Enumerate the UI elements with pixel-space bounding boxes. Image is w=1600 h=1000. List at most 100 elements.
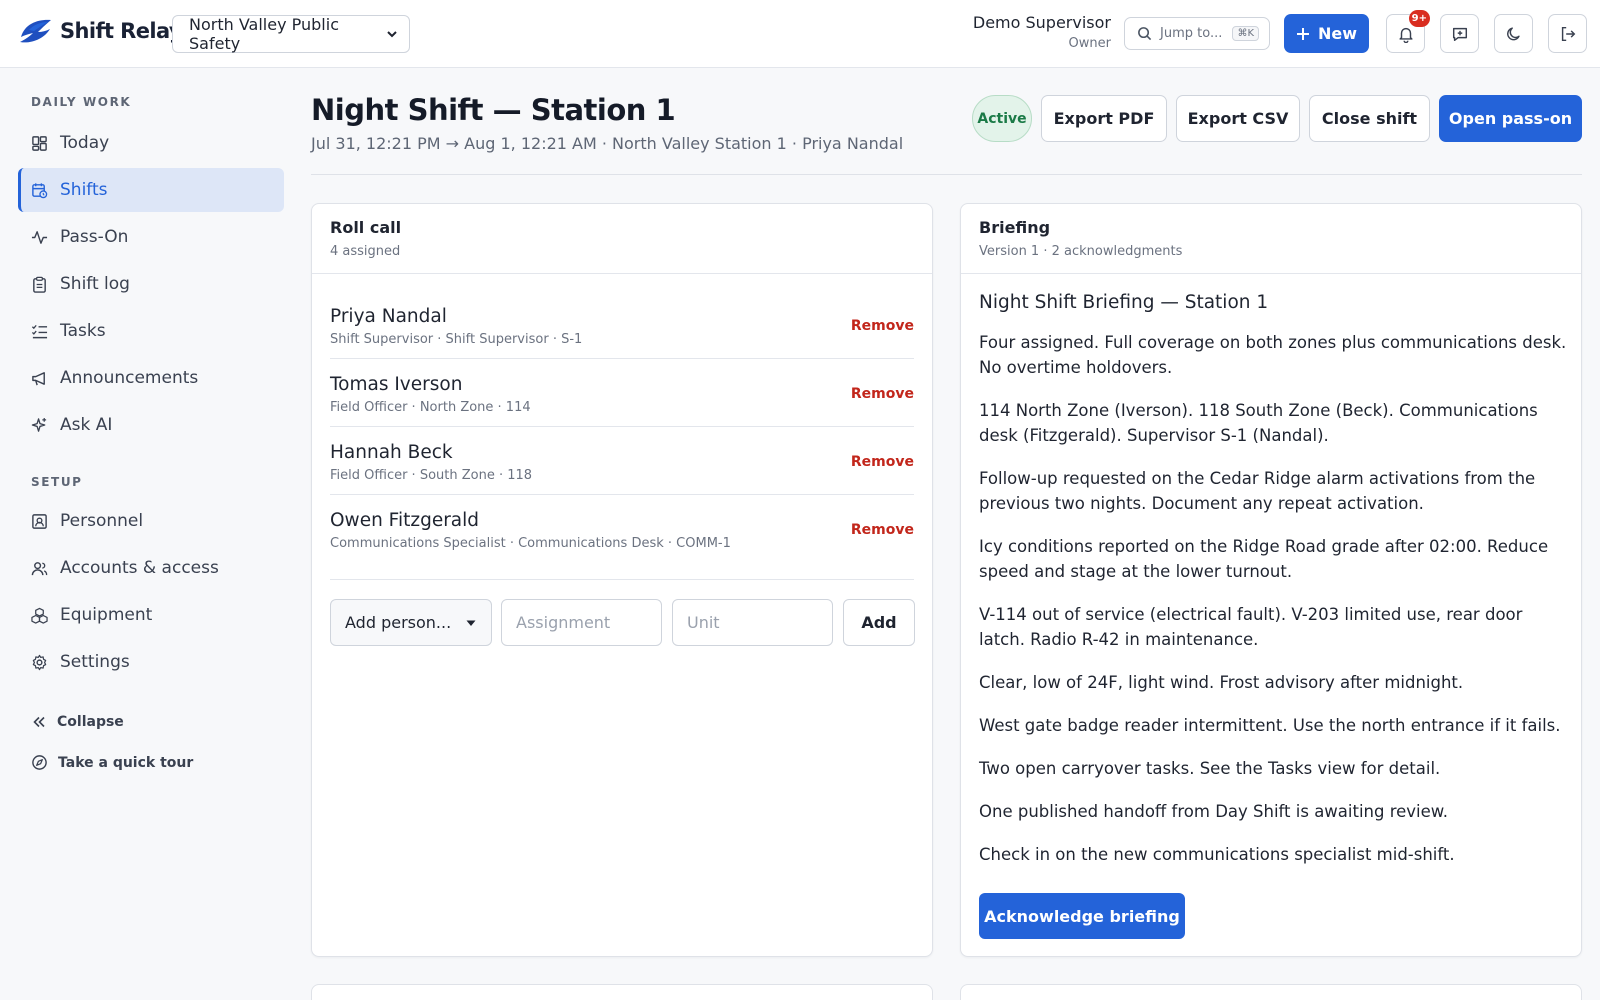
calendar-clock-icon xyxy=(31,182,48,199)
sparkles-icon xyxy=(31,417,48,434)
page-title: Night Shift — Station 1 xyxy=(311,93,676,127)
remove-person-button[interactable]: Remove xyxy=(851,318,914,334)
sidebar-item-equipment[interactable]: Equipment xyxy=(18,593,284,637)
briefing-heading: Night Shift Briefing — Station 1 xyxy=(979,292,1269,313)
sidebar-item-shifts[interactable]: Shifts xyxy=(18,168,284,212)
lower-card-right xyxy=(960,984,1582,1000)
add-row-divider xyxy=(330,579,914,580)
roll-call-count: 4 assigned xyxy=(330,244,401,259)
acknowledge-briefing-button[interactable]: Acknowledge briefing xyxy=(979,893,1185,939)
briefing-paragraph: West gate badge reader intermittent. Use… xyxy=(979,716,1561,735)
jump-to-search[interactable]: Jump to... ⌘K xyxy=(1124,17,1270,50)
sidebar-item-label: Accounts & access xyxy=(60,558,219,578)
person-name: Owen Fitzgerald xyxy=(330,509,480,531)
brand-name: Shift Relay xyxy=(60,19,183,43)
sidebar-item-label: Announcements xyxy=(60,368,199,388)
export-pdf-button[interactable]: Export PDF xyxy=(1041,95,1167,142)
sidebar-item-accounts-access[interactable]: Accounts & access xyxy=(18,546,284,590)
sidebar-item-announcements[interactable]: Announcements xyxy=(18,356,284,400)
quick-tour-button[interactable]: Take a quick tour xyxy=(31,754,193,771)
briefing-version: Version 1 · 2 acknowledgments xyxy=(979,244,1183,259)
keyboard-shortcut-hint: ⌘K xyxy=(1232,26,1259,41)
chevron-down-icon xyxy=(385,27,399,41)
roll-call-header: Roll call 4 assigned xyxy=(312,204,932,274)
add-person-select[interactable]: Add person... xyxy=(330,599,492,646)
person-assignment: Communications Specialist · Communicatio… xyxy=(330,535,731,551)
organization-select-value: North Valley Public Safety xyxy=(189,15,339,53)
row-divider xyxy=(330,358,914,359)
add-person-button[interactable]: Add xyxy=(843,599,915,646)
briefing-paragraph: One published handoff from Day Shift is … xyxy=(979,802,1449,821)
roll-call-title: Roll call xyxy=(330,218,402,237)
briefing-paragraph: V-114 out of service (electrical fault).… xyxy=(979,605,1523,649)
export-csv-button[interactable]: Export CSV xyxy=(1176,95,1300,142)
sidebar-item-label: Shifts xyxy=(60,180,108,200)
briefing-card: Briefing Version 1 · 2 acknowledgments N… xyxy=(960,203,1582,957)
compass-icon xyxy=(31,754,48,771)
sidebar-item-pass-on[interactable]: Pass-On xyxy=(18,215,284,259)
sidebar-item-label: Personnel xyxy=(60,511,144,531)
sidebar-item-ask-ai[interactable]: Ask AI xyxy=(18,403,284,447)
notifications-button[interactable]: 9+ xyxy=(1386,10,1430,53)
users-icon xyxy=(31,560,48,577)
close-shift-button[interactable]: Close shift xyxy=(1309,95,1430,142)
sidebar-item-settings[interactable]: Settings xyxy=(18,640,284,684)
roster-row: Tomas Iverson Field Officer · North Zone… xyxy=(330,360,914,428)
lower-card-left xyxy=(311,984,933,1000)
sidebar-item-tasks[interactable]: Tasks xyxy=(18,309,284,353)
roster-row: Owen Fitzgerald Communications Specialis… xyxy=(330,496,914,564)
row-divider xyxy=(330,494,914,495)
caret-down-icon xyxy=(465,617,477,629)
sidebar-item-shift-log[interactable]: Shift log xyxy=(18,262,284,306)
add-person-select-value: Add person... xyxy=(345,613,452,632)
sidebar-item-label: Shift log xyxy=(60,274,130,294)
sign-out-button[interactable] xyxy=(1548,14,1587,53)
megaphone-icon xyxy=(31,370,48,387)
collapse-sidebar-button[interactable]: Collapse xyxy=(31,714,124,730)
unit-input[interactable]: Unit xyxy=(672,599,833,646)
person-name: Hannah Beck xyxy=(330,441,453,463)
checklist-icon xyxy=(31,323,48,340)
person-assignment: Field Officer · South Zone · 118 xyxy=(330,467,533,483)
briefing-header: Briefing Version 1 · 2 acknowledgments xyxy=(961,204,1581,274)
sidebar-item-label: Tasks xyxy=(60,321,106,341)
plus-icon xyxy=(1296,27,1310,41)
person-name: Tomas Iverson xyxy=(330,373,463,395)
remove-person-button[interactable]: Remove xyxy=(851,522,914,538)
briefing-content: Night Shift Briefing — Station 1 Four as… xyxy=(979,292,1569,885)
sidebar-item-today[interactable]: Today xyxy=(18,121,284,165)
open-pass-on-button[interactable]: Open pass-on xyxy=(1439,95,1582,142)
roster-row: Priya Nandal Shift Supervisor · Shift Su… xyxy=(330,292,914,360)
sidebar-section-daily-work: DAILY WORK xyxy=(31,95,132,109)
sidebar: DAILY WORK Today Shifts Pass-On Shift lo… xyxy=(0,68,300,1000)
sidebar-item-label: Pass-On xyxy=(60,227,129,247)
user-info: Demo Supervisor Owner xyxy=(973,13,1111,51)
message-plus-icon xyxy=(1451,25,1469,43)
sidebar-section-setup: SETUP xyxy=(31,475,83,489)
notification-count-badge: 9+ xyxy=(1408,10,1430,27)
top-bar: Shift Relay North Valley Public Safety D… xyxy=(0,0,1600,68)
briefing-paragraph: 114 North Zone (Iverson). 118 South Zone… xyxy=(979,401,1538,445)
dashboard-icon xyxy=(31,135,48,152)
briefing-paragraph: Two open carryover tasks. See the Tasks … xyxy=(979,759,1441,778)
header-divider xyxy=(311,174,1582,175)
brand[interactable]: Shift Relay xyxy=(17,17,183,45)
feedback-button[interactable] xyxy=(1440,14,1479,53)
remove-person-button[interactable]: Remove xyxy=(851,454,914,470)
activity-icon xyxy=(31,229,48,246)
sidebar-item-label: Ask AI xyxy=(60,415,113,435)
briefing-title: Briefing xyxy=(979,218,1051,237)
id-card-icon xyxy=(31,513,48,530)
shift-summary: Jul 31, 12:21 PM → Aug 1, 12:21 AM · Nor… xyxy=(311,134,904,153)
new-button[interactable]: New xyxy=(1284,14,1369,53)
person-assignment: Field Officer · North Zone · 114 xyxy=(330,399,531,415)
theme-toggle-button[interactable] xyxy=(1494,14,1533,53)
shift-relay-logo-icon xyxy=(17,17,55,45)
sidebar-item-personnel[interactable]: Personnel xyxy=(18,499,284,543)
status-badge: Active xyxy=(972,95,1032,142)
search-icon xyxy=(1137,26,1152,41)
assignment-input[interactable]: Assignment xyxy=(501,599,662,646)
organization-select[interactable]: North Valley Public Safety xyxy=(172,15,410,53)
remove-person-button[interactable]: Remove xyxy=(851,386,914,402)
collapse-label: Collapse xyxy=(57,714,124,730)
